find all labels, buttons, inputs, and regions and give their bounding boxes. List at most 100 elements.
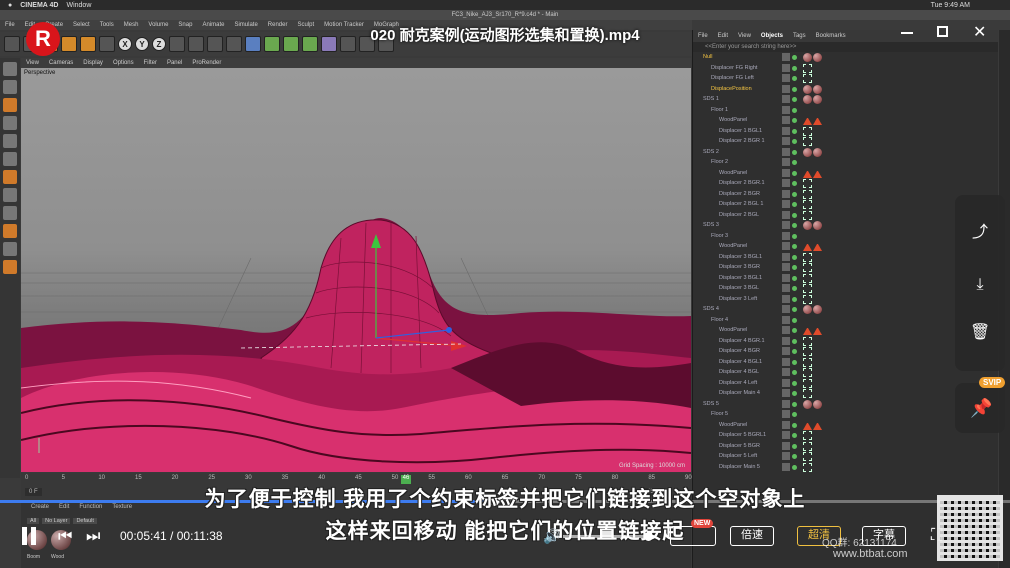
- constraint-tag-icon[interactable]: [803, 357, 812, 367]
- constraint-tag-icon[interactable]: [803, 189, 812, 199]
- object-row[interactable]: DisplacePosition: [693, 84, 998, 95]
- maximize-icon[interactable]: [937, 26, 948, 37]
- warning-tag-icon[interactable]: [803, 421, 812, 430]
- object-row[interactable]: Floor 3: [693, 231, 998, 242]
- constraint-tag-icon[interactable]: [803, 263, 812, 272]
- enabled-check-icon[interactable]: [792, 317, 797, 323]
- subtitle-language-button[interactable]: [670, 526, 716, 546]
- object-row[interactable]: SDS 4: [693, 304, 998, 315]
- material-tag-icon[interactable]: [803, 84, 812, 94]
- enabled-check-icon[interactable]: [792, 443, 797, 449]
- enabled-check-icon[interactable]: [792, 65, 797, 71]
- viewport-menu-item[interactable]: Panel: [167, 60, 182, 66]
- texture-mode-icon[interactable]: [3, 80, 17, 94]
- object-row[interactable]: WoodPanel: [693, 420, 998, 431]
- volume-knob[interactable]: [644, 532, 653, 541]
- visibility-toggle-icon[interactable]: [782, 179, 790, 187]
- object-row[interactable]: Displacer FG Right: [693, 63, 998, 74]
- constraint-tag-icon[interactable]: [803, 284, 812, 293]
- object-row[interactable]: WoodPanel: [693, 168, 998, 179]
- enabled-check-icon[interactable]: [792, 76, 797, 81]
- enabled-check-icon[interactable]: [792, 359, 797, 365]
- polygons-mode-icon[interactable]: [3, 152, 17, 166]
- visibility-toggle-icon[interactable]: [782, 305, 790, 313]
- visibility-toggle-icon[interactable]: [782, 452, 790, 460]
- visibility-toggle-icon[interactable]: [782, 221, 790, 229]
- object-row[interactable]: Displacer 2 BGR 1: [693, 136, 998, 147]
- visibility-toggle-icon[interactable]: [782, 368, 790, 376]
- visibility-toggle-icon[interactable]: [782, 410, 790, 418]
- visibility-toggle-icon[interactable]: [782, 126, 790, 135]
- material-tag-icon[interactable]: [813, 84, 822, 94]
- object-row[interactable]: SDS 3: [693, 220, 998, 231]
- constraint-tag-icon[interactable]: [803, 431, 812, 440]
- warning-tag-icon[interactable]: [803, 242, 812, 251]
- constraint-tag-icon[interactable]: [803, 63, 812, 73]
- enabled-check-icon[interactable]: [792, 412, 797, 417]
- object-row[interactable]: Displacer 4 BGL1: [693, 357, 998, 368]
- material-tag-icon[interactable]: [813, 305, 822, 314]
- viewport-menu-item[interactable]: Filter: [144, 60, 157, 66]
- object-row[interactable]: Displacer 2 BGR: [693, 189, 998, 200]
- visibility-toggle-icon[interactable]: [782, 53, 790, 61]
- warning-tag-icon[interactable]: [813, 169, 822, 178]
- visibility-toggle-icon[interactable]: [782, 95, 790, 103]
- constraint-tag-icon[interactable]: [803, 137, 812, 146]
- visibility-toggle-icon[interactable]: [782, 231, 790, 240]
- visibility-toggle-icon[interactable]: [782, 378, 790, 387]
- volume-icon[interactable]: 🔊: [543, 528, 560, 545]
- object-row[interactable]: Floor 5: [693, 409, 998, 420]
- material-tag-icon[interactable]: [803, 399, 812, 409]
- object-row[interactable]: Displacer 3 BGL1: [693, 273, 998, 284]
- enabled-check-icon[interactable]: [792, 212, 797, 218]
- constraint-tag-icon[interactable]: [803, 347, 812, 356]
- visibility-toggle-icon[interactable]: [782, 210, 790, 219]
- visibility-toggle-icon[interactable]: [782, 420, 790, 429]
- enabled-check-icon[interactable]: [792, 181, 797, 186]
- menubar-app-name[interactable]: CINEMA 4D: [20, 2, 58, 9]
- material-tag-icon[interactable]: [813, 95, 822, 104]
- material-tag-icon[interactable]: [813, 53, 822, 62]
- snap-icon[interactable]: [3, 206, 17, 220]
- warning-tag-icon[interactable]: [803, 116, 812, 125]
- enabled-check-icon[interactable]: [792, 328, 797, 333]
- enabled-check-icon[interactable]: [792, 254, 797, 260]
- visibility-toggle-icon[interactable]: [782, 63, 790, 72]
- constraint-tag-icon[interactable]: [803, 179, 812, 188]
- visibility-toggle-icon[interactable]: [782, 263, 790, 271]
- enabled-check-icon[interactable]: [792, 422, 797, 428]
- speed-button[interactable]: 倍速: [730, 526, 774, 546]
- viewport-menu-item[interactable]: Display: [83, 60, 103, 66]
- warning-tag-icon[interactable]: [803, 169, 812, 178]
- visibility-toggle-icon[interactable]: [782, 389, 790, 397]
- visibility-toggle-icon[interactable]: [782, 189, 790, 198]
- object-row[interactable]: Displacer 2 BGR.1: [693, 178, 998, 189]
- enabled-check-icon[interactable]: [792, 370, 797, 375]
- enabled-check-icon[interactable]: [792, 401, 797, 407]
- enabled-check-icon[interactable]: [792, 286, 797, 291]
- material-tag-icon[interactable]: [813, 399, 822, 409]
- edges-mode-icon[interactable]: [3, 134, 17, 148]
- constraint-tag-icon[interactable]: [803, 462, 812, 472]
- previous-icon[interactable]: ⏮: [58, 528, 72, 546]
- viewport-menu-item[interactable]: Cameras: [49, 60, 73, 66]
- constraint-tag-icon[interactable]: [803, 389, 812, 398]
- enabled-check-icon[interactable]: [792, 307, 797, 312]
- visibility-toggle-icon[interactable]: [782, 74, 790, 82]
- constraint-tag-icon[interactable]: [803, 74, 812, 83]
- sculpt-icon[interactable]: [3, 224, 17, 238]
- object-row[interactable]: SDS 5: [693, 399, 998, 410]
- visibility-toggle-icon[interactable]: [782, 273, 790, 282]
- constraint-tag-icon[interactable]: [803, 126, 812, 136]
- enabled-check-icon[interactable]: [792, 160, 797, 165]
- visibility-toggle-icon[interactable]: [782, 347, 790, 355]
- warning-tag-icon[interactable]: [813, 116, 822, 125]
- visibility-toggle-icon[interactable]: [782, 116, 790, 124]
- points-mode-icon[interactable]: [3, 116, 17, 130]
- visibility-toggle-icon[interactable]: [782, 147, 790, 156]
- constraint-tag-icon[interactable]: [803, 252, 812, 262]
- perspective-viewport[interactable]: Perspective Grid Spacing : 10000 cm: [21, 68, 691, 472]
- visibility-toggle-icon[interactable]: [782, 441, 790, 450]
- visibility-toggle-icon[interactable]: [782, 462, 790, 471]
- visibility-toggle-icon[interactable]: [782, 168, 790, 177]
